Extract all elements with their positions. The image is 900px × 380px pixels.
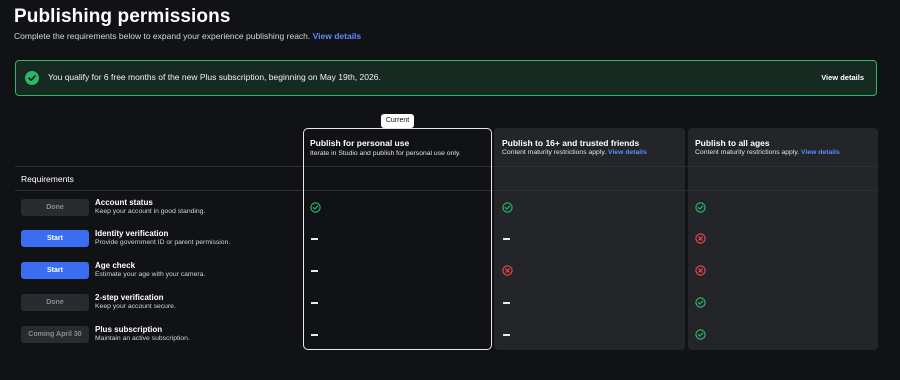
subtitle-view-details-link[interactable]: View details (313, 31, 362, 41)
row-description: Estimate your age with your camera. (95, 271, 206, 278)
check-circle-icon (501, 202, 513, 213)
x-circle-icon (694, 233, 706, 244)
row-title: Identity verification (95, 229, 169, 238)
column-desc-all-ages: Content maturity restrictions apply. Vie… (695, 149, 840, 156)
dash-icon (503, 238, 510, 240)
check-circle-icon (25, 71, 39, 85)
check-circle-icon (694, 297, 706, 308)
current-badge: Current (381, 114, 414, 128)
check-circle-icon (694, 202, 706, 213)
dash-icon (311, 270, 318, 272)
column-16plus-view-details-link[interactable]: View details (608, 149, 647, 156)
row-action-button[interactable]: Start (21, 230, 89, 247)
row-title: Account status (95, 198, 153, 207)
row-title: Age check (95, 261, 136, 270)
row-description: Provide government ID or parent permissi… (95, 239, 231, 246)
column-desc-all-ages-text: Content maturity restrictions apply. (695, 149, 800, 156)
banner-view-details-button[interactable]: View details (821, 73, 864, 82)
column-title-personal: Publish for personal use (310, 138, 410, 148)
x-circle-icon (694, 265, 706, 276)
subtitle-text: Complete the requirements below to expan… (14, 31, 311, 41)
column-all-ages-view-details-link[interactable]: View details (801, 149, 840, 156)
column-personal-use (303, 128, 492, 350)
dash-icon (311, 302, 318, 304)
x-circle-icon (501, 265, 513, 276)
row-action-button: Coming April 30 (21, 326, 89, 343)
page-subtitle: Complete the requirements below to expan… (14, 31, 361, 41)
row-action-button[interactable]: Start (21, 262, 89, 279)
row-action-button: Done (21, 199, 89, 216)
dash-icon (311, 334, 318, 336)
requirements-heading: Requirements (21, 174, 74, 184)
column-desc-personal: Iterate in Studio and publish for person… (310, 150, 461, 157)
check-circle-icon (309, 202, 321, 213)
column-16plus (494, 128, 685, 350)
column-title-16plus: Publish to 16+ and trusted friends (502, 138, 640, 148)
banner-text: You qualify for 6 free months of the new… (48, 72, 381, 82)
column-desc-16plus: Content maturity restrictions apply. Vie… (502, 149, 647, 156)
row-title: 2-step verification (95, 293, 164, 302)
column-desc-16plus-text: Content maturity restrictions apply. (502, 149, 607, 156)
row-description: Maintain an active subscription. (95, 335, 190, 342)
column-all-ages (688, 128, 878, 350)
column-title-all-ages: Publish to all ages (695, 138, 770, 148)
dash-icon (503, 334, 510, 336)
row-title: Plus subscription (95, 325, 163, 334)
row-description: Keep your account in good standing. (95, 208, 206, 215)
check-circle-icon (694, 329, 706, 340)
dash-icon (503, 302, 510, 304)
dash-icon (311, 238, 318, 240)
eligibility-banner: You qualify for 6 free months of the new… (15, 60, 877, 96)
row-description: Keep your account secure. (95, 303, 176, 310)
row-action-button: Done (21, 294, 89, 311)
page-title: Publishing permissions (14, 6, 231, 27)
